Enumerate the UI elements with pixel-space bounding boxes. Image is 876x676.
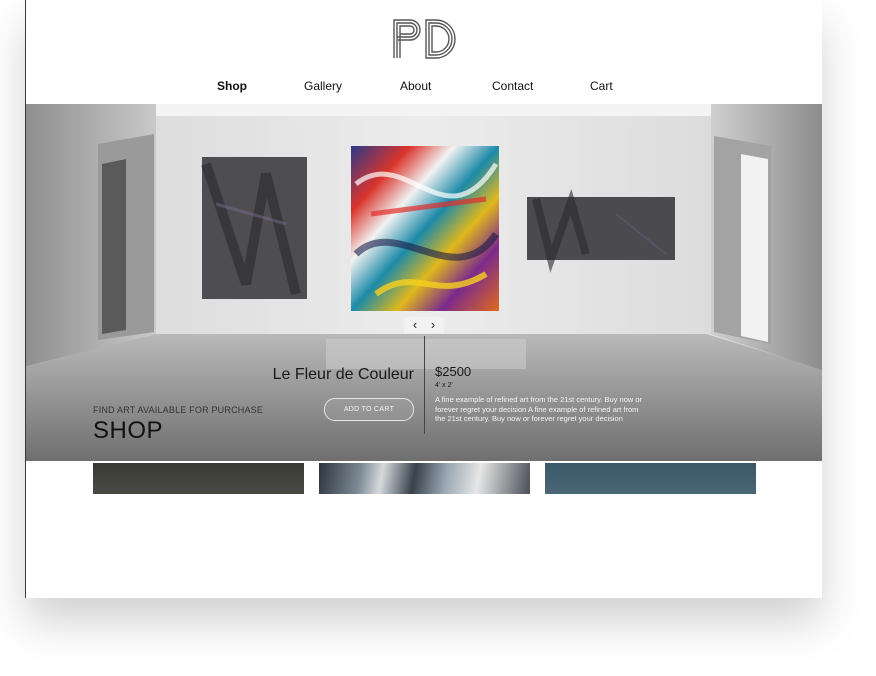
info-divider xyxy=(424,336,425,434)
shop-kicker: FIND ART AVAILABLE FOR PURCHASE xyxy=(93,405,264,415)
shop-item-thumbnail[interactable] xyxy=(545,463,756,494)
artwork-dimensions: 4' x 2' xyxy=(435,382,453,389)
main-nav: Shop Gallery About Contact Cart xyxy=(26,79,822,95)
artwork-description: A fine example of refined art from the 2… xyxy=(435,395,643,424)
artwork-title: Le Fleur de Couleur xyxy=(272,366,414,383)
nav-cart[interactable]: Cart xyxy=(590,79,613,93)
artwork-price: $2500 xyxy=(435,364,472,379)
site-header: Shop Gallery About Contact Cart xyxy=(26,0,822,104)
nav-gallery[interactable]: Gallery xyxy=(304,79,342,93)
shop-item-thumbnail[interactable] xyxy=(93,463,304,494)
add-to-cart-button[interactable]: ADD TO CART xyxy=(324,398,414,421)
chevron-right-icon[interactable]: › xyxy=(424,317,442,333)
shop-item-thumbnail[interactable] xyxy=(319,463,530,494)
logo-icon[interactable] xyxy=(392,18,456,60)
nav-contact[interactable]: Contact xyxy=(492,79,533,93)
chevron-left-icon[interactable]: ‹ xyxy=(406,317,424,333)
browser-page: Shop Gallery About Contact Cart ‹ › Le F… xyxy=(25,0,822,598)
nav-shop[interactable]: Shop xyxy=(217,79,247,93)
nav-about[interactable]: About xyxy=(400,79,431,93)
shop-title: SHOP xyxy=(93,417,164,444)
carousel-controls: ‹ › xyxy=(404,317,444,333)
